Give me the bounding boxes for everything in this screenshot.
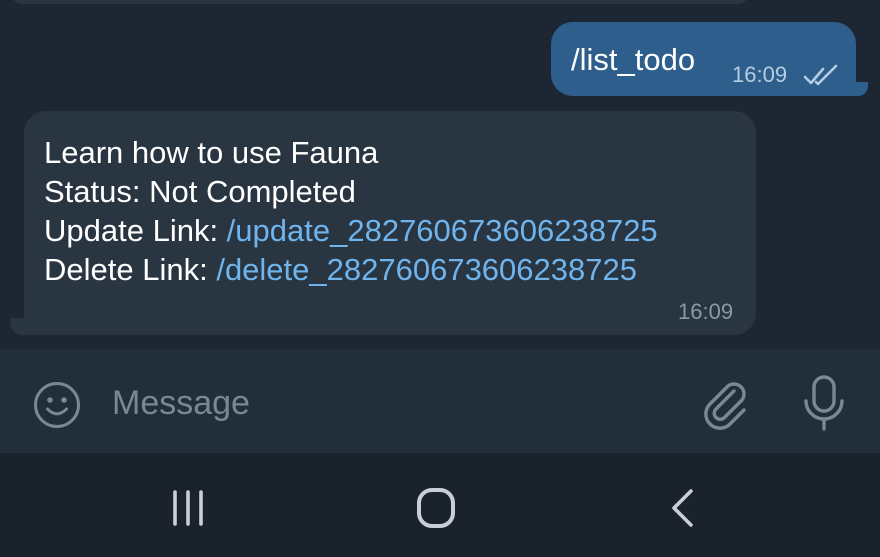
delete-label: Delete Link: [44, 252, 217, 287]
update-label: Update Link: [44, 213, 227, 248]
system-navigation-bar [0, 453, 880, 557]
incoming-message-time: 16:09 [678, 299, 734, 324]
incoming-message-bubble[interactable]: Learn how to use Fauna Status: Not Compl… [24, 111, 756, 335]
incoming-message-text: Learn how to use Fauna Status: Not Compl… [44, 133, 658, 289]
outgoing-message-text: /list_todo [571, 42, 696, 77]
paperclip-icon[interactable] [700, 377, 752, 433]
chat-area[interactable]: /list_todo 16:09 Learn how to use Fauna … [0, 0, 880, 349]
update-row: Update Link: /update_282760673606238725 [44, 211, 658, 250]
message-composer [0, 349, 880, 453]
todo-status: Status: Not Completed [44, 174, 356, 209]
microphone-icon[interactable] [798, 373, 850, 433]
outgoing-message-bubble[interactable]: /list_todo 16:09 [551, 22, 856, 96]
outgoing-message-time: 16:09 [732, 62, 788, 87]
double-check-icon [803, 64, 838, 86]
message-input[interactable] [112, 377, 672, 429]
back-icon[interactable] [660, 485, 706, 531]
delete-link[interactable]: /delete_282760673606238725 [216, 252, 637, 287]
home-icon[interactable] [408, 483, 464, 533]
recents-icon[interactable] [160, 485, 216, 531]
previous-message-bubble[interactable] [10, 0, 750, 4]
update-link[interactable]: /update_282760673606238725 [227, 213, 658, 248]
todo-title: Learn how to use Fauna [44, 135, 379, 170]
delete-row: Delete Link: /delete_282760673606238725 [44, 250, 658, 289]
emoji-icon[interactable] [32, 380, 82, 430]
